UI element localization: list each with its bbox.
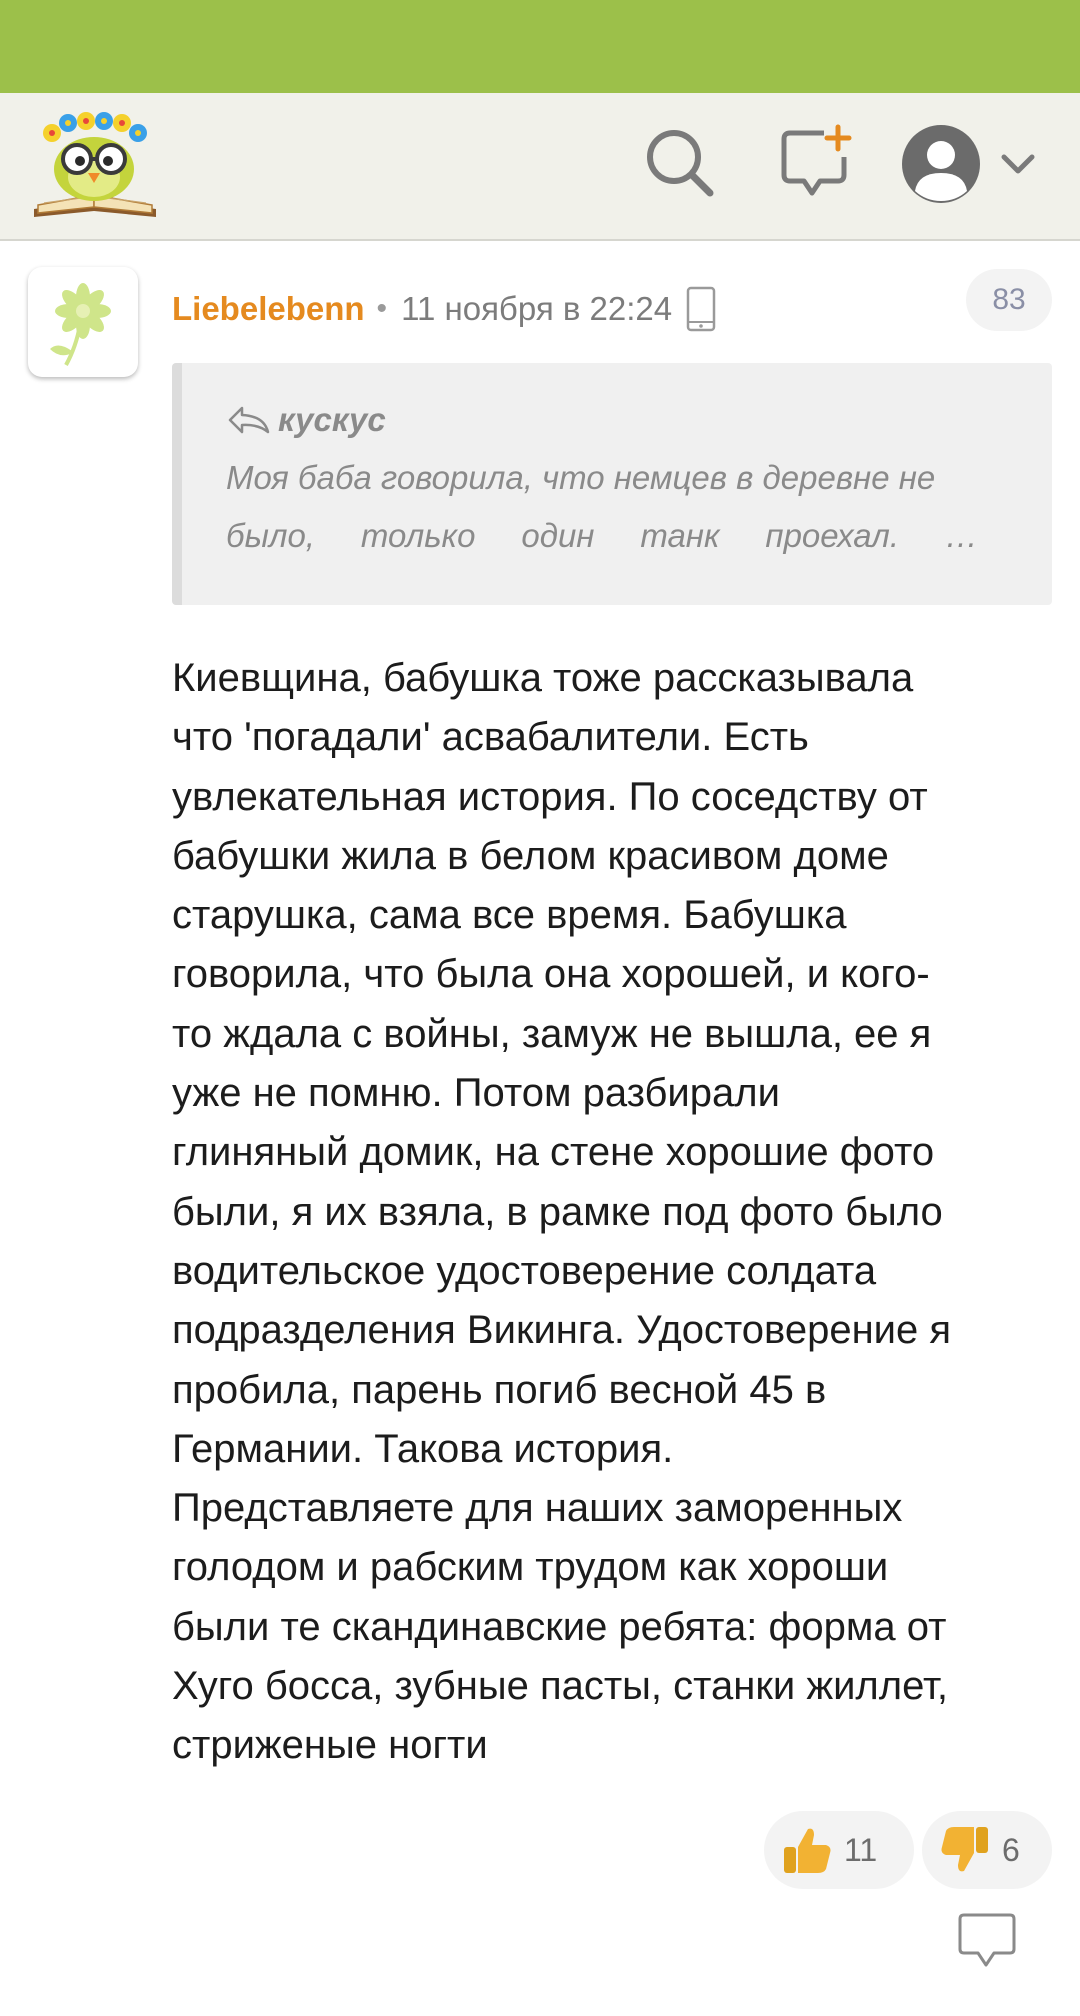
quote-author[interactable]: кускус	[278, 401, 386, 439]
body-line: что 'погадали' асвабалители. Есть	[172, 715, 809, 760]
body-line: Киевщина, бабушка тоже рассказывала	[172, 656, 914, 700]
reply-arrow-icon	[228, 406, 270, 434]
quoted-comment[interactable]: кускус Моя баба говорила, что немцев в д…	[172, 363, 1052, 605]
comment-card: Liebelebenn • 11 ноября в 22:24 83 куску…	[0, 241, 1080, 2016]
dislike-count: 6	[1002, 1831, 1020, 1868]
body-line: голодом и рабским трудом как хороши	[172, 1545, 889, 1590]
body-line: стриженые ногти	[172, 1723, 488, 1768]
body-line: были, я их взяла, в рамке под фото было	[172, 1189, 943, 1234]
thumbs-up-icon	[784, 1828, 831, 1873]
body-line: подразделения Викинга. Удостоверение я	[172, 1308, 952, 1353]
status-bar	[0, 0, 1080, 93]
comment-time: 11 ноября в 22:24	[401, 290, 673, 327]
quote-header: кускус	[226, 401, 386, 439]
body-line: то ждала с войны, замуж не вышла, ее я	[172, 1011, 932, 1056]
comment-meta: Liebelebenn • 11 ноября в 22:24	[172, 281, 716, 337]
body-line: были те скандинавские ребята: форма от	[172, 1604, 947, 1649]
body-line: Представляете для наших заморенных	[172, 1486, 903, 1531]
site-logo[interactable]	[30, 111, 160, 223]
author-name[interactable]: Liebelebenn	[172, 290, 365, 328]
quote-word: один	[521, 517, 595, 554]
app-header	[0, 93, 1080, 241]
quote-word: только	[360, 517, 476, 554]
like-count: 11	[844, 1831, 878, 1868]
comment-number-badge[interactable]: 83	[966, 269, 1052, 331]
body-line: Германии. Такова история.	[172, 1426, 674, 1471]
body-line: старушка, сама все время. Бабушка	[172, 893, 847, 938]
quote-text-line: было, только один танк проехал. …	[226, 517, 978, 555]
phone-icon	[686, 286, 716, 332]
quote-text-line: Моя баба говорила, что немцев в деревне …	[226, 459, 936, 496]
body-line: пробила, парень погиб весной 45 в	[172, 1367, 827, 1412]
chevron-down-icon	[1001, 154, 1035, 174]
body-line: глиняный домик, на стене хорошие фото	[172, 1130, 935, 1175]
search-button[interactable]	[640, 123, 720, 203]
profile-menu-button[interactable]	[898, 121, 1038, 207]
comment-body: Киевщина, бабушка тоже рассказывала что …	[172, 649, 1052, 1776]
user-avatar-icon	[902, 125, 980, 203]
new-post-button[interactable]	[778, 123, 858, 203]
flower-avatar-icon	[50, 283, 111, 366]
body-line: бабушки жила в белом красивом доме	[172, 833, 889, 878]
like-button[interactable]: 11	[764, 1811, 914, 1889]
chat-plus-icon	[781, 124, 852, 196]
reply-bubble-icon	[958, 1913, 1016, 1967]
body-line: уже не помню. Потом разбирали	[172, 1071, 780, 1116]
dislike-button[interactable]: 6	[922, 1811, 1052, 1889]
body-line: водительское удостоверение солдата	[172, 1248, 877, 1293]
thumbs-down-icon	[941, 1827, 988, 1872]
quote-ellipsis[interactable]: …	[945, 517, 978, 555]
body-line: увлекательная история. По соседству от	[172, 774, 928, 819]
quote-word: проехал.	[765, 517, 900, 554]
meta-separator: •	[376, 292, 388, 325]
author-avatar[interactable]	[28, 267, 138, 377]
reply-button[interactable]	[956, 1911, 1018, 1969]
quote-word: танк	[640, 517, 720, 554]
search-icon	[647, 130, 714, 197]
body-line: говорила, что была она хорошей, и кого-	[172, 952, 930, 997]
quote-word: было,	[226, 517, 315, 554]
body-line: Хуго босса, зубные пасты, станки жиллет,	[172, 1664, 949, 1709]
